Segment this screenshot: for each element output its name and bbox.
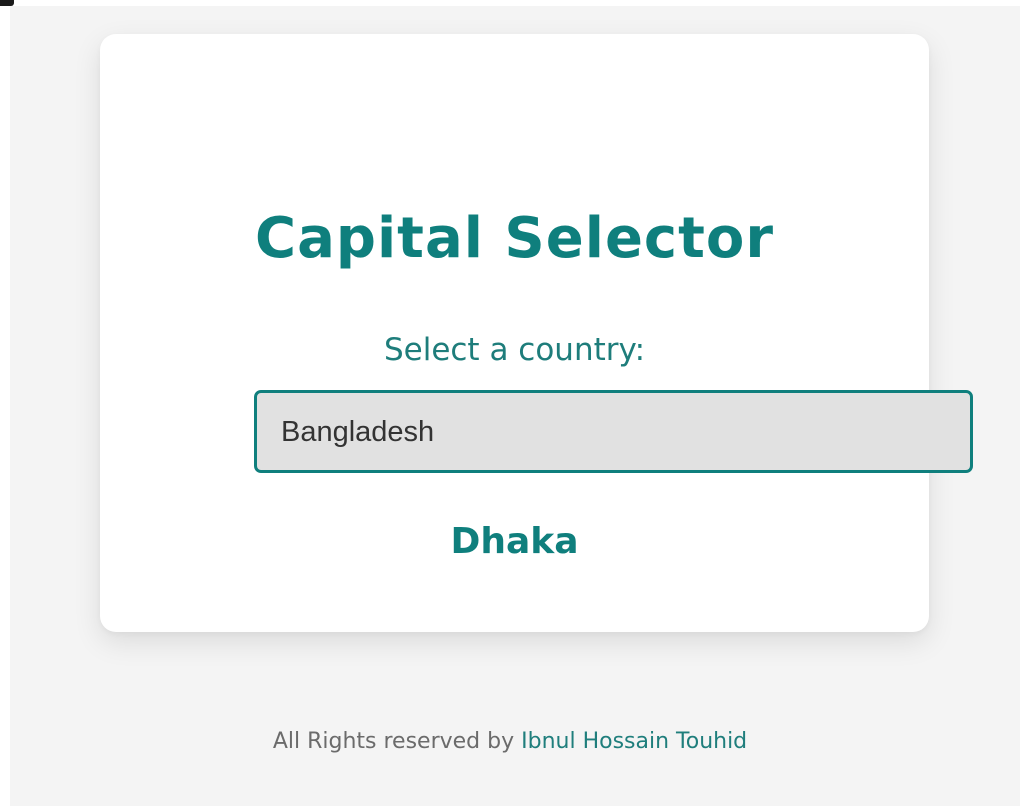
country-select[interactable]: Bangladesh <box>254 390 973 473</box>
top-edge-fragment <box>0 0 14 6</box>
country-select-value: Bangladesh <box>281 416 435 448</box>
footer-text: All Rights reserved by <box>272 729 515 754</box>
capital-result: Dhaka <box>450 521 579 562</box>
country-select-label: Select a country: <box>383 332 646 368</box>
selector-card: Capital Selector Select a country: Bangl… <box>100 34 973 632</box>
footer-author-link[interactable]: Ibnul Hossain Touhid <box>521 729 747 754</box>
page-title: Capital Selector <box>255 206 774 271</box>
footer: All Rights reserved by Ibnul Hossain Tou… <box>0 726 1020 758</box>
